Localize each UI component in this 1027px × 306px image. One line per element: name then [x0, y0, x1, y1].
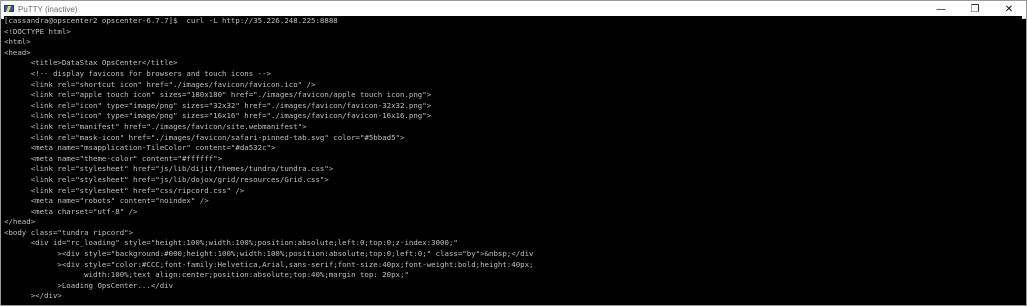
terminal-line: <meta name="msapplication-TileColor" con… — [4, 143, 276, 153]
terminal-output[interactable]: [cassandra@opscenter2 opscenter-6.7.7]$ … — [4, 16, 1022, 305]
terminal-line: <link rel="stylesheet" href="js/lib/dojo… — [4, 174, 329, 184]
terminal-line: <link rel="mask-icon" href="./images/fav… — [4, 132, 405, 142]
terminal-line: <title>DataStax OpsCenter</title> — [4, 58, 178, 68]
terminal-line: <link rel="shortcut icon" href="./images… — [4, 79, 316, 89]
terminal-line: ></div> — [4, 291, 62, 301]
terminal-line: <meta charset="utf-8" /> — [4, 206, 138, 216]
terminal-line: </head> — [4, 217, 36, 227]
terminal-line: <link rel="stylesheet" href="js/lib/diji… — [4, 164, 334, 174]
terminal-scrollbar[interactable] — [1022, 19, 1026, 305]
terminal-line: <meta name="robots" content="noindex" /> — [4, 196, 209, 206]
putty-app-icon[interactable] — [4, 5, 14, 14]
terminal-line: <link rel="manifest" href="./images/favi… — [4, 121, 307, 131]
terminal-line: <link rel="icon" type="image/png" sizes=… — [4, 111, 432, 121]
terminal-line: ><div style="background:#000;height:100%… — [4, 249, 534, 259]
terminal-line: <body class="tundra ripcord"> — [4, 227, 134, 237]
terminal-line: <!DOCTYPE html> — [4, 26, 71, 36]
terminal-line: <!-- display favicons for browsers and t… — [4, 68, 271, 78]
putty-window: PuTTY (inactive) — ❐ ✕ [cassandra@opscen… — [0, 0, 1027, 306]
terminal-line: >Loading OpsCenter...</div — [4, 280, 174, 290]
window-title: PuTTY (inactive) — [18, 5, 78, 14]
terminal-line: <html> — [4, 37, 31, 47]
terminal-line: width:100%;text align:center;position:ab… — [4, 270, 409, 280]
terminal-line: <link rel="apple touch icon" sizes="180x… — [4, 90, 432, 100]
terminal-line: <meta name="theme-color" content="#fffff… — [4, 153, 223, 163]
terminal-line: ><div style="color:#CCC;font-family:Helv… — [4, 259, 534, 269]
terminal-line: <div id="rc_loading" style="height:100%;… — [4, 238, 458, 248]
terminal-line: <link rel="stylesheet" href="css/ripcord… — [4, 185, 245, 195]
terminal-line: [cassandra@opscenter2 opscenter-6.7.7]$ … — [4, 16, 338, 25]
terminal-line: <head> — [4, 47, 31, 57]
terminal-line: <link rel="icon" type="image/png" sizes=… — [4, 100, 432, 110]
